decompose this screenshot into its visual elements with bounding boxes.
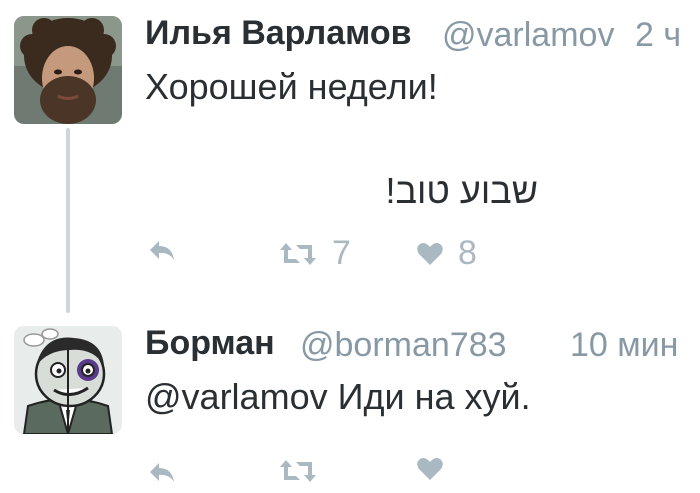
reply-icon	[150, 463, 174, 482]
tweet-text-hebrew: שבוע טוב!	[385, 170, 538, 211]
author-name[interactable]: Борман	[145, 324, 275, 363]
reply-button[interactable]	[147, 460, 177, 486]
retweet-icon	[280, 242, 316, 265]
author-name[interactable]: Илья Варламов	[145, 14, 412, 53]
retweet-button[interactable]	[278, 456, 332, 486]
cartoon-man-avatar-icon	[14, 326, 122, 434]
like-icon	[417, 458, 443, 480]
retweet-count: 7	[332, 234, 351, 272]
avatar[interactable]	[14, 16, 122, 124]
like-count: 8	[458, 234, 477, 272]
bearded-man-avatar-icon	[14, 16, 122, 124]
reply-icon	[150, 241, 174, 260]
author-handle[interactable]: @borman783	[300, 326, 507, 365]
tweet-text: @varlamov Иди на хуй.	[145, 376, 531, 417]
like-icon	[417, 242, 443, 265]
timestamp[interactable]: 10 мин	[570, 326, 678, 365]
avatar[interactable]	[14, 326, 122, 434]
like-button[interactable]: 8	[416, 234, 477, 273]
like-button[interactable]	[416, 456, 458, 482]
tweet-2[interactable]: Борман @borman783 10 мин @varlamov Иди н…	[0, 300, 700, 493]
retweet-icon	[280, 460, 316, 482]
reply-button[interactable]	[147, 238, 177, 264]
retweet-button[interactable]: 7	[278, 234, 351, 273]
tweet-1[interactable]: Илья Варламов @varlamov 2 ч Хорошей неде…	[0, 0, 700, 300]
author-handle[interactable]: @varlamov	[442, 16, 614, 55]
tweet-text: Хорошей недели!	[145, 66, 438, 107]
timestamp[interactable]: 2 ч	[635, 16, 681, 55]
